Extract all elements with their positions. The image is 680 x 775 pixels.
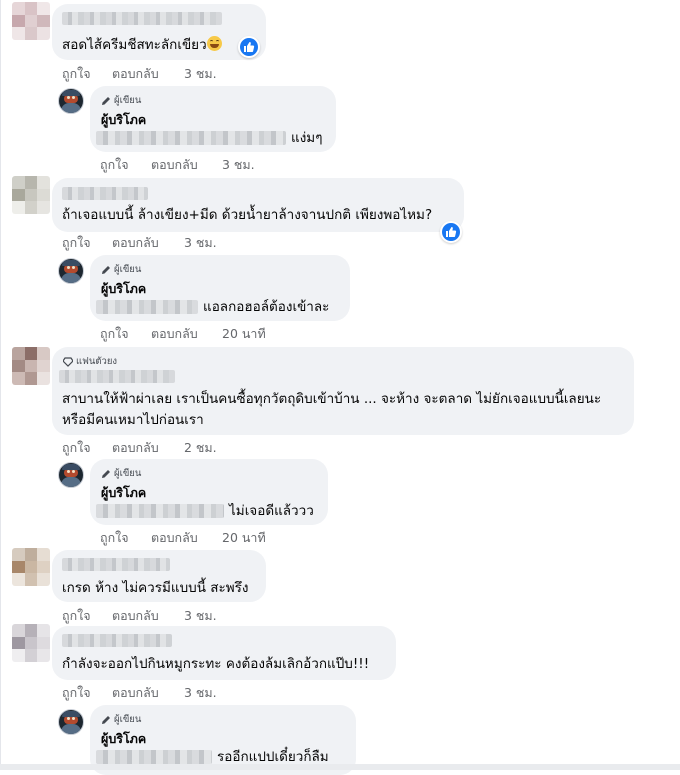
like-reaction-icon[interactable] — [238, 36, 260, 58]
commenter-name-blurred[interactable] — [62, 558, 170, 571]
author-badge: ผู้เขียน — [101, 466, 141, 481]
comment-time[interactable]: 3 ชม. — [222, 155, 255, 175]
author-avatar[interactable] — [58, 258, 84, 284]
like-link[interactable]: ถูกใจ — [62, 64, 91, 84]
reply-text: แอลกอฮอล์ต้องเข้าละ — [203, 299, 330, 315]
comment-actions: ถูกใจ ตอบกลับ 2 ชม. — [62, 438, 242, 455]
like-link[interactable]: ถูกใจ — [62, 233, 91, 253]
like-link[interactable]: ถูกใจ — [100, 324, 129, 344]
commenter-avatar[interactable] — [12, 176, 50, 214]
reply-link[interactable]: ตอบกลับ — [112, 64, 159, 84]
commenter-name-blurred[interactable] — [62, 187, 148, 200]
comment-time[interactable]: 3 ชม. — [184, 233, 217, 253]
pencil-icon — [102, 469, 110, 478]
comment-text: ถ้าเจอแบบนี้ ล้างเขียง+มีด ด้วยน้ำยาล้าง… — [62, 207, 433, 223]
reply-text: แง่มๆ — [291, 130, 323, 146]
reply-actions: ถูกใจ ตอบกลับ 3 ชม. — [100, 155, 280, 172]
reply-text: ไม่เจอดีแล้ววว — [229, 503, 314, 519]
author-badge: ผู้เขียน — [101, 93, 141, 108]
like-link[interactable]: ถูกใจ — [100, 155, 129, 175]
author-avatar[interactable] — [58, 462, 84, 488]
comment-actions: ถูกใจ ตอบกลับ 3 ชม. — [62, 64, 242, 81]
like-link[interactable]: ถูกใจ — [100, 528, 129, 548]
reply-actions: ถูกใจ ตอบกลับ 20 นาที — [100, 324, 280, 341]
comment-time[interactable]: 3 ชม. — [184, 683, 217, 703]
like-link[interactable]: ถูกใจ — [62, 606, 91, 626]
comment-text: เกรด ห้าง ไม่ควรมีแบบนี้ สะพรึง — [62, 580, 249, 596]
reply-link[interactable]: ตอบกลับ — [151, 155, 198, 175]
author-name[interactable]: ผู้บริโภค — [101, 110, 146, 130]
comment-time[interactable]: 20 นาที — [222, 528, 266, 548]
commenter-avatar[interactable] — [12, 2, 50, 40]
author-badge: ผู้เขียน — [101, 262, 141, 277]
reply-link[interactable]: ตอบกลับ — [151, 528, 198, 548]
comment-actions: ถูกใจ ตอบกลับ 3 ชม. — [62, 683, 242, 700]
commenter-name-blurred[interactable] — [62, 634, 172, 647]
commenter-avatar[interactable] — [12, 347, 50, 385]
pencil-icon — [102, 96, 110, 105]
author-avatar[interactable] — [58, 88, 84, 114]
comment-text-line1: สาบานให้ฟ้าผ่าเลย เราเป็นคนซื้อทุกวัตถุด… — [62, 391, 602, 407]
commenter-name-blurred[interactable] — [62, 12, 222, 25]
comment-time[interactable]: 2 ชม. — [184, 438, 217, 458]
comment-time[interactable]: 3 ชม. — [184, 64, 217, 84]
pencil-icon — [102, 265, 110, 274]
commenter-name-blurred[interactable] — [59, 370, 175, 383]
like-link[interactable]: ถูกใจ — [62, 683, 91, 703]
commenter-avatar[interactable] — [12, 548, 50, 586]
reply-link[interactable]: ตอบกลับ — [112, 606, 159, 626]
comment-text-line2: หรือมีคนเหมาไปก่อนเรา — [62, 412, 204, 428]
author-avatar[interactable] — [58, 709, 84, 735]
reply-link[interactable]: ตอบกลับ — [151, 324, 198, 344]
reply-actions: ถูกใจ ตอบกลับ 20 นาที — [100, 528, 280, 545]
mentioned-name-blurred[interactable] — [96, 300, 198, 314]
bottom-scroll-edge — [0, 764, 680, 770]
author-name[interactable]: ผู้บริโภค — [101, 729, 146, 749]
reply-link[interactable]: ตอบกลับ — [112, 438, 159, 458]
comment-actions: ถูกใจ ตอบกลับ 3 ชม. — [62, 606, 242, 623]
comment-text: กำลังจะออกไปกินหมูกระทะ คงต้องล้มเลิกอ้ว… — [62, 656, 370, 672]
commenter-avatar[interactable] — [12, 624, 50, 662]
reply-link[interactable]: ตอบกลับ — [112, 683, 159, 703]
left-edge-divider — [0, 0, 1, 770]
reply-link[interactable]: ตอบกลับ — [112, 233, 159, 253]
like-link[interactable]: ถูกใจ — [62, 438, 91, 458]
comment-text: สอดไส้ครีมชีสทะลักเขียว — [62, 35, 222, 55]
comment-time[interactable]: 3 ชม. — [184, 606, 217, 626]
grinning-face-emoji-icon — [206, 36, 222, 51]
comment-time[interactable]: 20 นาที — [222, 324, 266, 344]
mentioned-name-blurred[interactable] — [96, 131, 286, 145]
pencil-icon — [102, 715, 110, 724]
mentioned-name-blurred[interactable] — [96, 750, 212, 764]
fan-badge: แฟนตัวยง — [63, 354, 117, 369]
like-reaction-icon[interactable] — [440, 221, 462, 243]
diamond-icon — [63, 356, 73, 367]
mentioned-name-blurred[interactable] — [96, 504, 224, 518]
author-name[interactable]: ผู้บริโภค — [101, 483, 146, 503]
comment-actions: ถูกใจ ตอบกลับ 3 ชม. — [62, 233, 242, 250]
author-name[interactable]: ผู้บริโภค — [101, 279, 146, 299]
author-badge: ผู้เขียน — [101, 712, 141, 727]
